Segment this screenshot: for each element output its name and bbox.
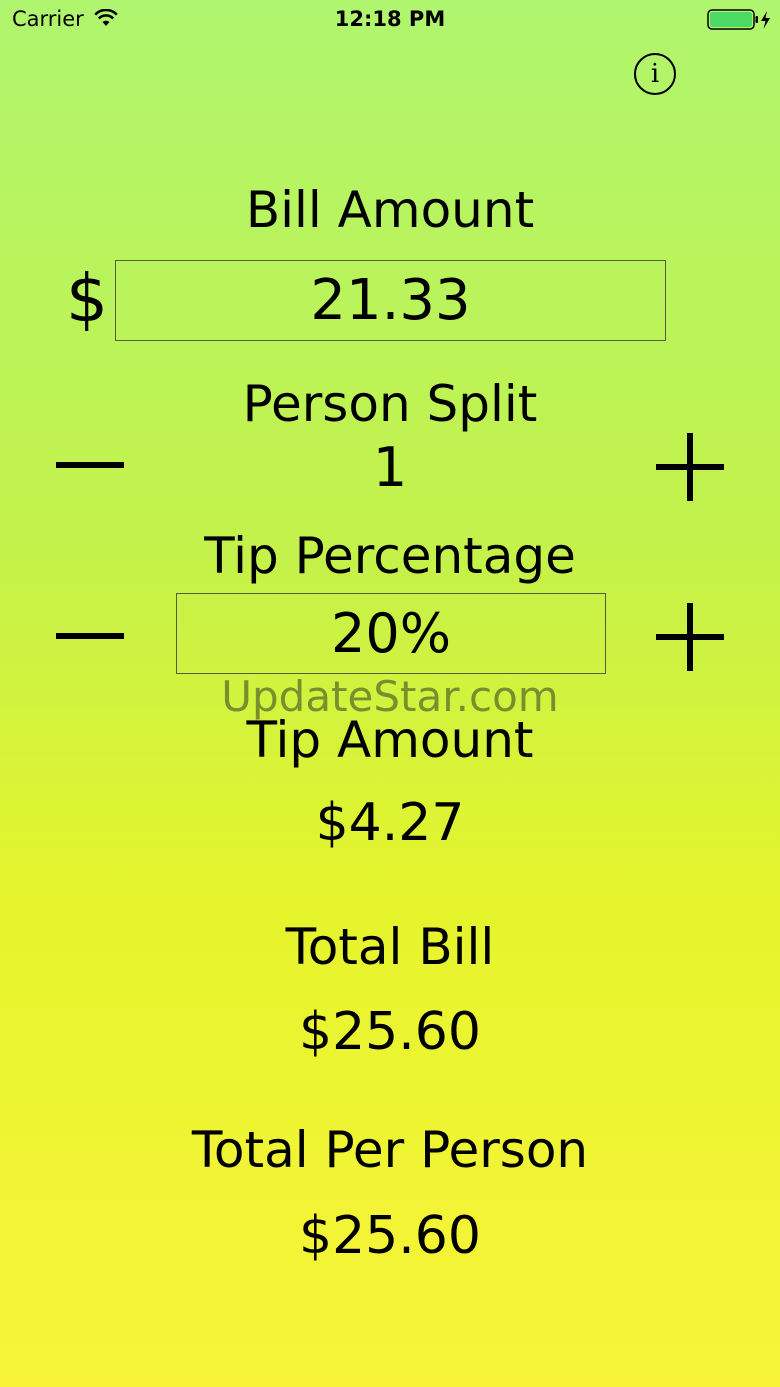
status-bar: Carrier 12:18 PM [0, 0, 780, 40]
tip-amount-label: Tip Amount [246, 711, 534, 769]
bill-amount-value: 21.33 [310, 268, 471, 333]
tip-amount-value: $4.27 [315, 793, 465, 853]
status-time: 12:18 PM [334, 7, 446, 31]
total-per-person-value: $25.60 [299, 1206, 481, 1266]
bill-amount-label: Bill Amount [245, 181, 535, 239]
tip-percentage-label: Tip Percentage [204, 527, 576, 585]
tip-percentage-value: 20% [330, 602, 452, 665]
total-bill-value: $25.60 [299, 1002, 481, 1062]
tip-minus-button[interactable] [56, 633, 124, 639]
bill-amount-input[interactable]: 21.33 [115, 260, 666, 341]
tip-percentage-input[interactable]: 20% [176, 593, 606, 674]
total-bill-label: Total Bill [285, 918, 495, 976]
currency-symbol: $ [66, 260, 108, 337]
info-icon: i [650, 59, 660, 89]
info-button[interactable]: i [634, 53, 676, 95]
tip-plus-button[interactable] [656, 603, 724, 671]
person-split-label: Person Split [242, 375, 538, 433]
total-per-person-label: Total Per Person [191, 1121, 589, 1179]
split-plus-button[interactable] [656, 433, 724, 501]
battery-icon [707, 9, 773, 35]
